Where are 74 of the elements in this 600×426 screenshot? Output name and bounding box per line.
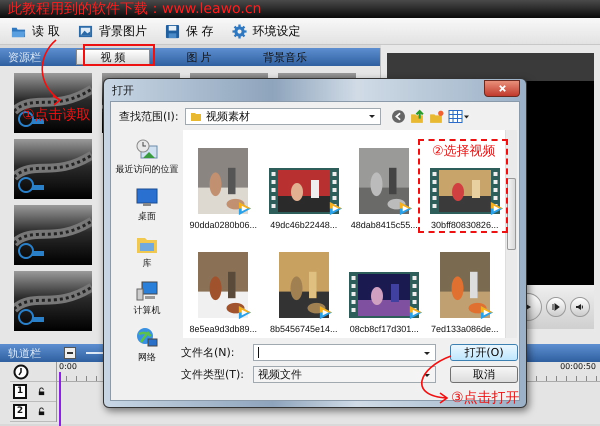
video-thumbnail[interactable] (14, 139, 92, 199)
next-frame-icon (551, 302, 561, 312)
close-icon (498, 84, 506, 92)
file-item[interactable]: 8e5ea9d3db89... (189, 252, 258, 334)
up-folder-icon[interactable] (410, 108, 425, 124)
place-item[interactable]: 桌面 (135, 185, 159, 223)
time-label: 00:00:50 (560, 362, 596, 373)
download-banner-text: 此教程用到的软件下载：www.leawo.cn (8, 0, 262, 18)
save-icon (164, 24, 180, 38)
toolbar-button[interactable]: 保 存 (162, 20, 217, 42)
scrollbar[interactable] (505, 130, 517, 338)
computer-icon (135, 279, 159, 303)
image-icon (78, 24, 93, 38)
track-label: 2 (13, 404, 27, 419)
lock-icon[interactable] (37, 407, 46, 416)
look-in-dropdown[interactable]: 视频素材 (185, 108, 381, 124)
volume-button[interactable] (570, 297, 590, 317)
dropdown-caret-icon (368, 112, 376, 120)
back-icon[interactable] (391, 108, 406, 124)
tab[interactable]: 背景音乐 (248, 49, 322, 65)
file-type-dropdown[interactable]: 视频文件 (253, 366, 436, 383)
clock-icon (13, 364, 29, 380)
file-name-label: 文件名(N): (181, 345, 236, 360)
file-item[interactable]: 48dab8415c55... (350, 148, 418, 230)
look-in-label: 查找范围(I): (119, 108, 180, 124)
toolbar-button[interactable]: 环境设定 (228, 20, 304, 42)
video-thumbnail[interactable] (14, 73, 92, 133)
next-frame-button[interactable] (546, 297, 566, 317)
place-item[interactable]: 库 (135, 232, 159, 270)
folder-icon (190, 110, 202, 122)
highlight-frame (83, 44, 155, 66)
play-icon (398, 201, 414, 216)
tab[interactable]: 视 频 (76, 49, 150, 65)
annotation-text: ③点击打开 (451, 389, 520, 407)
toolbar-button[interactable]: 背景图片 (74, 20, 150, 42)
file-item[interactable]: 7ed133a086de... (430, 252, 499, 334)
play-icon (318, 305, 333, 320)
annotation-arrow (42, 39, 62, 106)
play-icon (488, 201, 504, 216)
file-item[interactable]: 49dc46b22448... (264, 168, 343, 230)
file-item[interactable]: 08cb8cf17d301... (345, 272, 424, 334)
new-folder-icon[interactable] (429, 108, 444, 124)
video-thumbnail[interactable] (14, 271, 92, 331)
file-type-label: 文件类型(T): (181, 367, 246, 382)
open-button[interactable]: 打开(O) (450, 344, 518, 361)
play-icon (237, 201, 252, 216)
place-item[interactable]: 计算机 (134, 279, 160, 317)
video-thumbnail[interactable] (14, 205, 92, 265)
zoom-out-button[interactable] (64, 347, 76, 359)
file-item[interactable]: 90dda0280b06... (189, 148, 258, 230)
toolbar-button[interactable]: 读 取 (8, 20, 63, 42)
settings-icon (232, 24, 247, 38)
panel-title: 轨道栏 (7, 346, 42, 360)
close-button[interactable] (484, 80, 520, 96)
cancel-button[interactable]: 取消 (450, 366, 518, 383)
track-label: 1 (13, 384, 27, 399)
place-item[interactable]: 最近访问的位置 (116, 138, 178, 176)
place-item[interactable]: 网络 (135, 326, 159, 364)
window-title: 打开 (112, 82, 134, 98)
play-icon (408, 305, 424, 320)
speaker-icon (575, 302, 585, 312)
time-label: 0:00 (59, 362, 77, 373)
annotation-text: ②选择视频 (432, 143, 496, 160)
panel-title: 资源栏 (7, 50, 42, 64)
file-name-field[interactable] (253, 344, 436, 361)
file-item[interactable]: 8b5456745e14... (270, 252, 338, 334)
tab[interactable]: 图 片 (162, 49, 236, 65)
play-icon (237, 305, 252, 320)
file-item[interactable]: 30bff80830826... (426, 168, 504, 230)
annotation-arrow (421, 355, 452, 404)
play-icon (328, 201, 343, 216)
play-icon (478, 305, 494, 320)
lock-icon[interactable] (37, 387, 46, 396)
view-menu-icon[interactable] (448, 108, 470, 124)
